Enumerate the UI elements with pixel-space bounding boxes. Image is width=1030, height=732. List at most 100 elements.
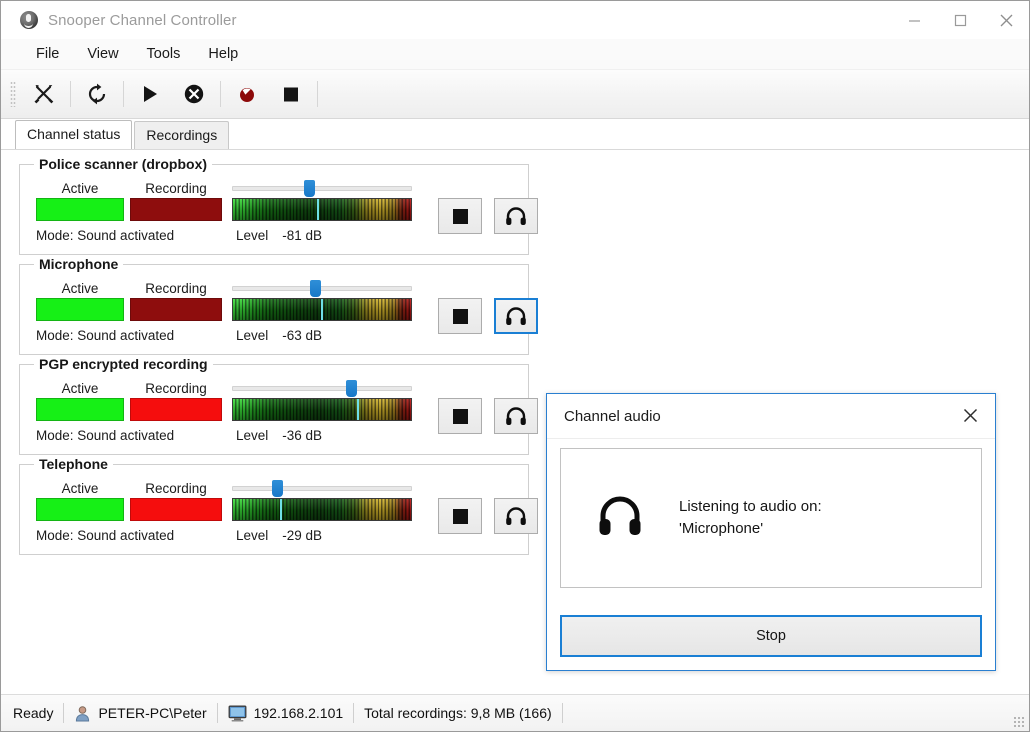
- slider-thumb[interactable]: [345, 380, 357, 397]
- level-value: -63 dB: [282, 328, 323, 343]
- headphones-icon: [597, 495, 643, 542]
- channel-stop-button[interactable]: [438, 298, 482, 334]
- meter-marker: [356, 399, 359, 420]
- stop-icon: [452, 208, 468, 224]
- settings-tools-icon[interactable]: [22, 74, 66, 114]
- minimize-icon[interactable]: [891, 1, 937, 39]
- slider-track: [232, 486, 412, 491]
- active-indicator: [36, 498, 124, 521]
- stop-icon[interactable]: [269, 74, 313, 114]
- channel-stop-button[interactable]: [438, 498, 482, 534]
- level-readout: Level -29 dB: [236, 527, 412, 545]
- status-separator: [561, 703, 563, 723]
- level-readout: Level -36 dB: [236, 427, 412, 445]
- recording-indicator: [130, 498, 222, 521]
- tab-strip: Channel status Recordings: [1, 119, 1029, 149]
- active-label: Active: [61, 381, 99, 396]
- status-address: 192.168.2.101: [228, 705, 343, 722]
- headphones-icon: [506, 207, 526, 225]
- title-bar: Snooper Channel Controller: [1, 1, 1029, 39]
- status-separator: [216, 703, 218, 723]
- stop-icon: [452, 308, 468, 324]
- toolbar-separator: [317, 81, 318, 107]
- channel-title: Telephone: [34, 456, 113, 472]
- status-bar: Ready PETER-PC\Peter 192.168.2.101 Total…: [1, 694, 1029, 731]
- meter-shading: [233, 399, 411, 420]
- dialog-stop-button[interactable]: Stop: [560, 615, 982, 657]
- level-meter: [232, 498, 412, 521]
- channel-title: Police scanner (dropbox): [34, 156, 213, 172]
- dialog-message-line2: 'Microphone': [679, 520, 764, 537]
- dialog-message-panel: Listening to audio on: 'Microphone': [560, 448, 982, 588]
- dialog-title: Channel audio: [564, 407, 661, 425]
- channel-listen-button[interactable]: [494, 498, 538, 534]
- play-icon[interactable]: [128, 74, 172, 114]
- close-icon[interactable]: [953, 400, 987, 430]
- dialog-message-line1: Listening to audio on:: [679, 498, 822, 515]
- microphone-logo-icon: [20, 11, 38, 29]
- active-label: Active: [61, 281, 99, 296]
- recording-indicator: [130, 398, 222, 421]
- dialog-title-bar: Channel audio: [547, 394, 995, 439]
- recording-label: Recording: [145, 181, 207, 196]
- dialog-body: Listening to audio on: 'Microphone': [547, 439, 995, 605]
- status-recordings: Total recordings: 9,8 MB (166): [364, 705, 552, 721]
- level-label: Level: [236, 228, 269, 243]
- slider-thumb[interactable]: [304, 180, 316, 197]
- menu-item-view[interactable]: View: [74, 42, 131, 66]
- headphones-icon: [506, 507, 526, 525]
- slider-track: [232, 386, 412, 391]
- level-slider[interactable]: [232, 379, 412, 398]
- level-meter: [232, 198, 412, 221]
- level-value: -81 dB: [282, 228, 323, 243]
- slider-thumb[interactable]: [309, 280, 321, 297]
- channel-mode: Mode: Sound activated: [36, 328, 175, 343]
- dialog-message: Listening to audio on: 'Microphone': [679, 496, 822, 540]
- channel-listen-button[interactable]: [494, 398, 538, 434]
- level-label: Level: [236, 428, 269, 443]
- menu-item-tools[interactable]: Tools: [134, 42, 194, 66]
- toolbar-grip[interactable]: [10, 81, 16, 107]
- monitor-icon: [228, 705, 247, 722]
- stop-icon: [452, 508, 468, 524]
- channel-stop-button[interactable]: [438, 398, 482, 434]
- level-meter: [232, 298, 412, 321]
- channel-mode: Mode: Sound activated: [36, 528, 175, 543]
- level-readout: Level -63 dB: [236, 327, 412, 345]
- stop-all-icon[interactable]: [172, 74, 216, 114]
- refresh-icon[interactable]: [75, 74, 119, 114]
- toolbar: [1, 70, 1029, 119]
- window-title: Snooper Channel Controller: [48, 11, 237, 29]
- channel-title: PGP encrypted recording: [34, 356, 213, 372]
- active-indicator: [36, 198, 124, 221]
- level-value: -36 dB: [282, 428, 323, 443]
- menu-item-help[interactable]: Help: [195, 42, 251, 66]
- channel-stop-button[interactable]: [438, 198, 482, 234]
- tab-channel-status[interactable]: Channel status: [15, 120, 133, 149]
- headphones-icon: [506, 407, 526, 425]
- status-separator: [63, 703, 65, 723]
- level-value: -29 dB: [282, 528, 323, 543]
- app-window: Snooper Channel Controller File View Too…: [0, 0, 1030, 732]
- maximize-icon[interactable]: [937, 1, 983, 39]
- status-recordings-text: Total recordings: 9,8 MB (166): [364, 705, 552, 721]
- record-icon[interactable]: [225, 74, 269, 114]
- stop-icon: [452, 408, 468, 424]
- menu-item-file[interactable]: File: [23, 42, 72, 66]
- level-slider[interactable]: [232, 479, 412, 498]
- toolbar-separator: [123, 81, 124, 107]
- tab-recordings[interactable]: Recordings: [134, 121, 230, 149]
- resize-grip[interactable]: [1013, 716, 1025, 728]
- slider-thumb[interactable]: [272, 480, 283, 497]
- channel-listen-button[interactable]: [494, 298, 538, 334]
- status-ready-text: Ready: [13, 705, 54, 721]
- active-indicator: [36, 298, 124, 321]
- channel-listen-button[interactable]: [494, 198, 538, 234]
- active-label: Active: [61, 181, 99, 196]
- channel-mode: Mode: Sound activated: [36, 428, 175, 443]
- close-icon[interactable]: [983, 1, 1029, 39]
- level-slider[interactable]: [232, 279, 412, 298]
- toolbar-separator: [70, 81, 71, 107]
- level-slider[interactable]: [232, 179, 412, 198]
- slider-track: [232, 186, 412, 191]
